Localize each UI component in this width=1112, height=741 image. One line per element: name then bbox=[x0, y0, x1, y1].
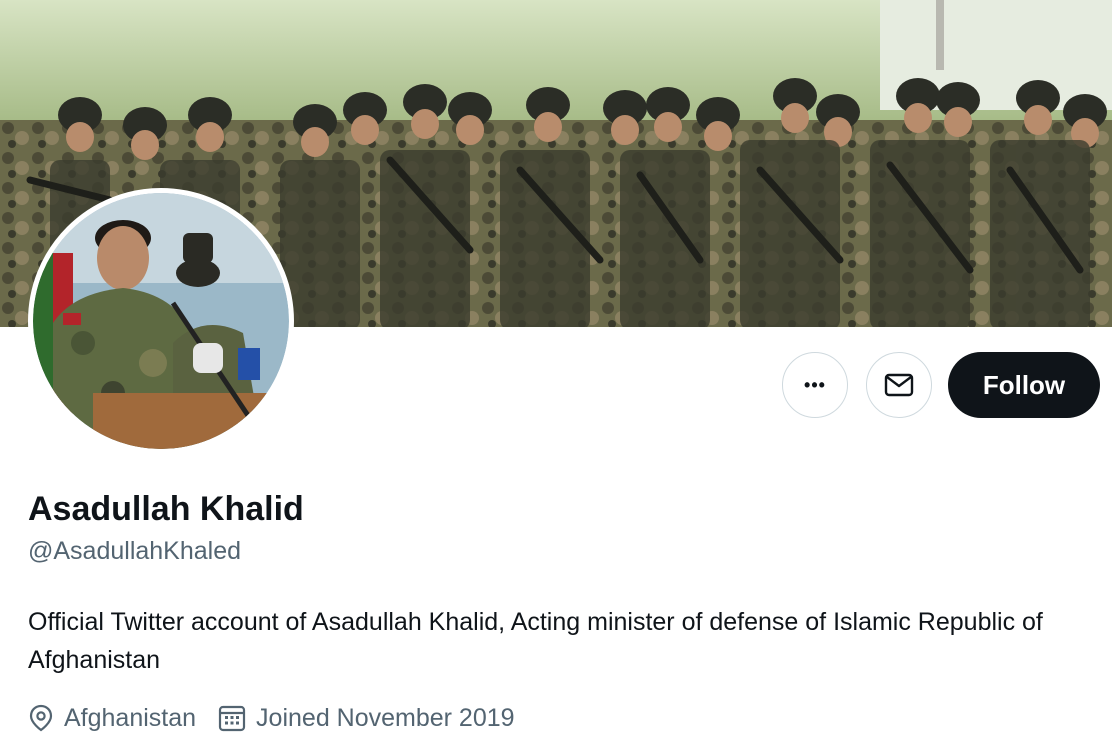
joined-item: Joined November 2019 bbox=[218, 704, 515, 733]
avatar-photo bbox=[33, 193, 289, 449]
profile-bio: Official Twitter account of Asadullah Kh… bbox=[28, 608, 1043, 674]
follow-button[interactable]: Follow bbox=[948, 352, 1100, 418]
joined-text: Joined November 2019 bbox=[256, 703, 515, 732]
location-pin-icon bbox=[29, 704, 53, 732]
more-icon: ••• bbox=[804, 374, 826, 395]
profile-meta: Afghanistan Joined November 2019 bbox=[28, 700, 537, 736]
more-options-button[interactable]: ••• bbox=[782, 352, 848, 418]
message-button[interactable] bbox=[866, 352, 932, 418]
calendar-icon bbox=[218, 705, 246, 732]
mail-icon bbox=[884, 373, 914, 397]
location-text: Afghanistan bbox=[64, 703, 197, 732]
location-item: Afghanistan bbox=[28, 704, 196, 733]
profile-avatar[interactable] bbox=[28, 188, 294, 454]
user-handle: @AsadullahKhaled bbox=[28, 537, 242, 565]
display-name: Asadullah Khalid bbox=[28, 490, 304, 528]
